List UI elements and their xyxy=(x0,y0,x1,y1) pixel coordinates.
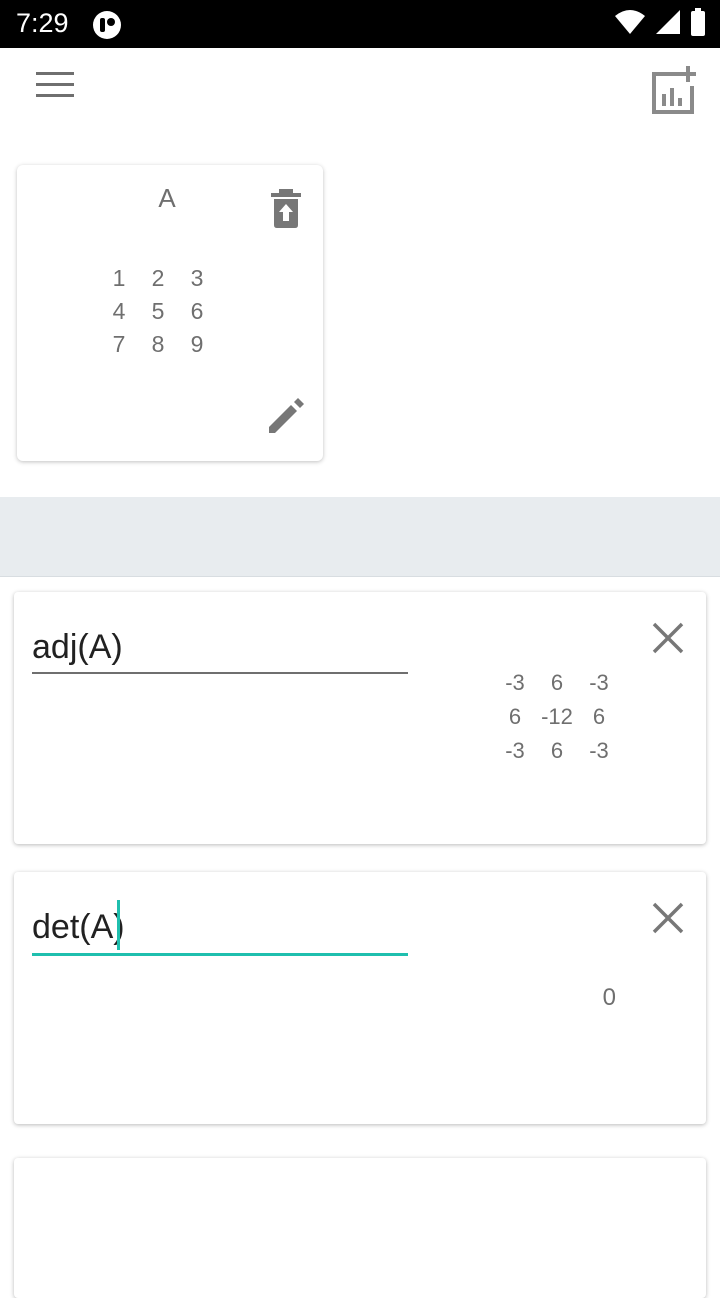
result-cell: 6 xyxy=(550,738,564,763)
matrix-row: 7 8 9 xyxy=(103,331,213,364)
result-cell: 6 xyxy=(508,704,522,729)
text-caret xyxy=(117,900,120,950)
delete-icon xyxy=(269,189,303,233)
close-icon xyxy=(648,902,688,942)
matrix-cell: 1 xyxy=(112,265,126,291)
matrix-cell: 8 xyxy=(151,331,165,357)
expression-result: 0 xyxy=(602,984,616,1011)
result-cell: -3 xyxy=(505,738,525,763)
battery-icon xyxy=(690,7,706,41)
edit-matrix-button[interactable] xyxy=(263,395,307,439)
add-matrix-button[interactable] xyxy=(646,62,702,118)
add-chart-icon xyxy=(646,66,702,122)
matrix-values: 1 2 3 4 5 6 7 8 9 xyxy=(103,265,213,364)
matrix-cell: 5 xyxy=(151,298,165,324)
matrix-title: A xyxy=(158,183,176,213)
status-time: 7:29 xyxy=(16,8,69,38)
remove-expression-button[interactable] xyxy=(648,618,688,658)
matrix-cell: 4 xyxy=(112,298,126,324)
matrix-row: 1 2 3 xyxy=(103,265,213,298)
edit-icon xyxy=(263,398,307,443)
expression-card: 0 xyxy=(14,872,706,1124)
app-notification-icon xyxy=(92,10,122,40)
expression-input[interactable] xyxy=(32,622,408,672)
expression-input[interactable] xyxy=(32,902,408,952)
expression-result: -3 6 -3 6 -12 6 -3 6 -3 xyxy=(494,670,620,772)
menu-button[interactable] xyxy=(24,62,88,112)
matrix-card[interactable]: A 1 2 3 4 5 6 7 8 9 xyxy=(17,165,323,461)
matrix-cell: 7 xyxy=(112,331,126,357)
result-cell: -3 xyxy=(589,738,609,763)
result-row: 6 -12 6 xyxy=(494,704,620,738)
result-cell: -12 xyxy=(541,704,573,729)
matrix-cell: 9 xyxy=(190,331,204,357)
result-row: -3 6 -3 xyxy=(494,670,620,704)
matrix-cell: 3 xyxy=(190,265,204,291)
expression-card: -3 6 -3 6 -12 6 -3 6 -3 xyxy=(14,592,706,844)
result-cell: 6 xyxy=(550,670,564,695)
input-underline xyxy=(32,672,408,674)
delete-matrix-button[interactable] xyxy=(269,189,303,229)
expression-card-empty[interactable] xyxy=(14,1158,706,1298)
close-icon xyxy=(648,622,688,662)
wifi-icon xyxy=(614,8,646,41)
result-cell: -3 xyxy=(505,670,525,695)
menu-icon xyxy=(36,70,76,105)
result-row: -3 6 -3 xyxy=(494,738,620,772)
signal-icon xyxy=(654,8,682,41)
matrix-row: 4 5 6 xyxy=(103,298,213,331)
matrix-cell: 6 xyxy=(190,298,204,324)
result-cell: 6 xyxy=(592,704,606,729)
input-underline-focused xyxy=(32,953,408,956)
result-cell: -3 xyxy=(589,670,609,695)
remove-expression-button[interactable] xyxy=(648,898,688,938)
matrix-cell: 2 xyxy=(151,265,165,291)
toolbar xyxy=(0,48,720,132)
status-bar: 7:29 xyxy=(0,0,720,48)
section-divider xyxy=(0,497,720,577)
